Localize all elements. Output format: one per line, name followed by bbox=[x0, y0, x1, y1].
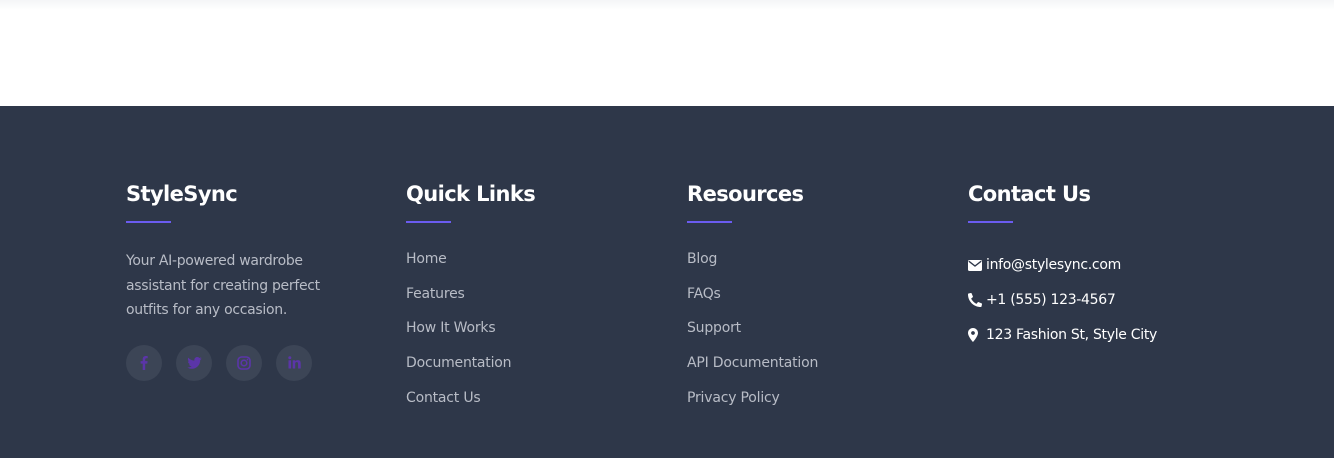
facebook-link[interactable] bbox=[126, 344, 162, 381]
footer-link-contact-us[interactable]: Contact Us bbox=[406, 390, 481, 406]
linkedin-link[interactable] bbox=[276, 344, 312, 381]
resources-list: Blog FAQs Support API Documentation Priv… bbox=[687, 248, 947, 421]
footer-link-support[interactable]: Support bbox=[687, 320, 741, 336]
footer-link-blog[interactable]: Blog bbox=[687, 251, 717, 267]
contact-address: 123 Fashion St, Style City bbox=[986, 326, 1157, 343]
phone-icon bbox=[968, 293, 983, 308]
facebook-icon bbox=[140, 355, 148, 370]
footer-quick-links-column: Quick Links Home Features How It Works D… bbox=[406, 180, 666, 421]
contact-phone-item: +1 (555) 123-4567 bbox=[968, 283, 1228, 318]
site-footer: StyleSync Your AI-powered wardrobe assis… bbox=[0, 106, 1334, 458]
map-marker-icon bbox=[968, 327, 983, 342]
quick-links-list: Home Features How It Works Documentation… bbox=[406, 248, 666, 421]
envelope-icon bbox=[968, 259, 983, 271]
contact-address-item: 123 Fashion St, Style City bbox=[968, 317, 1228, 352]
twitter-icon bbox=[186, 356, 202, 369]
heading-underline bbox=[687, 221, 732, 223]
footer-resources-column: Resources Blog FAQs Support API Document… bbox=[687, 180, 947, 421]
footer-link-home[interactable]: Home bbox=[406, 251, 447, 267]
footer-link-how-it-works[interactable]: How It Works bbox=[406, 320, 496, 336]
page-top-blank bbox=[0, 0, 1334, 106]
heading-underline bbox=[968, 221, 1013, 223]
heading-underline bbox=[126, 221, 171, 223]
footer-contact-column: Contact Us info@stylesync.com +1 (555) 1… bbox=[968, 180, 1228, 352]
contact-email[interactable]: info@stylesync.com bbox=[986, 255, 1121, 275]
twitter-link[interactable] bbox=[176, 344, 212, 381]
footer-link-privacy-policy[interactable]: Privacy Policy bbox=[687, 390, 780, 406]
contact-heading: Contact Us bbox=[968, 182, 1091, 206]
contact-phone[interactable]: +1 (555) 123-4567 bbox=[986, 290, 1116, 310]
footer-brand-column: StyleSync Your AI-powered wardrobe assis… bbox=[126, 180, 386, 381]
footer-link-documentation[interactable]: Documentation bbox=[406, 355, 512, 371]
footer-link-features[interactable]: Features bbox=[406, 286, 465, 302]
social-links bbox=[126, 344, 386, 381]
footer-link-api-documentation[interactable]: API Documentation bbox=[687, 355, 818, 371]
resources-heading: Resources bbox=[687, 182, 804, 206]
contact-list: info@stylesync.com +1 (555) 123-4567 123… bbox=[968, 248, 1228, 352]
footer-link-faqs[interactable]: FAQs bbox=[687, 286, 721, 302]
heading-underline bbox=[406, 221, 451, 223]
quick-links-heading: Quick Links bbox=[406, 182, 536, 206]
brand-description: Your AI-powered wardrobe assistant for c… bbox=[126, 253, 320, 318]
instagram-link[interactable] bbox=[226, 344, 262, 381]
instagram-icon bbox=[237, 355, 251, 370]
contact-email-item: info@stylesync.com bbox=[968, 248, 1228, 283]
brand-name: StyleSync bbox=[126, 182, 238, 206]
linkedin-icon bbox=[287, 356, 301, 369]
